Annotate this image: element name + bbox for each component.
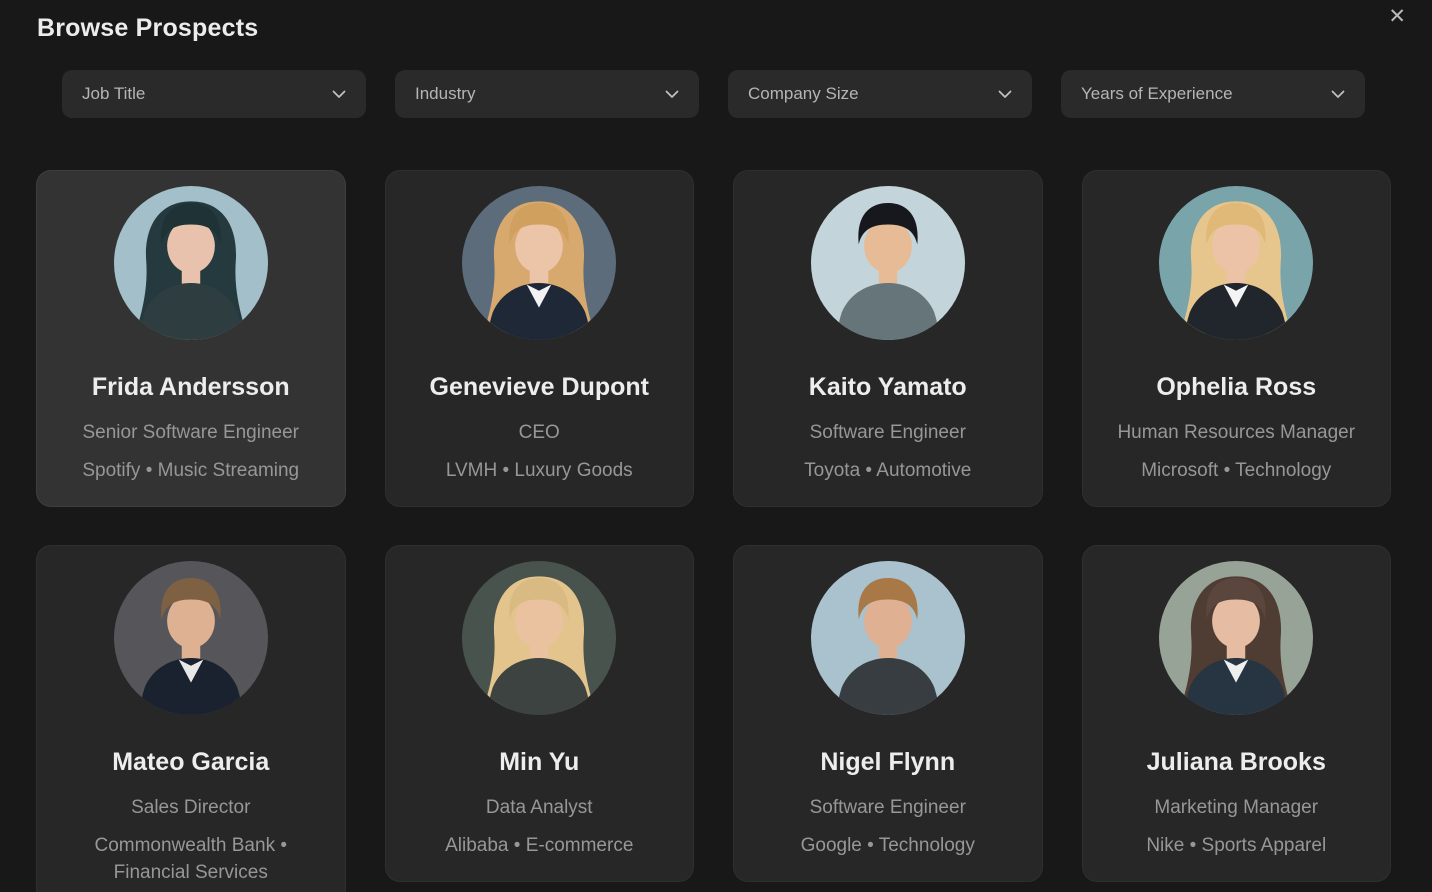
prospect-job-title: CEO [400,419,680,446]
prospect-company: LVMH • Luxury Goods [400,457,680,484]
filter-company-size[interactable]: Company Size [728,70,1032,118]
prospect-job-title: Human Resources Manager [1097,419,1377,446]
avatar [811,561,965,715]
prospect-card[interactable]: Mateo Garcia Sales Director Commonwealth… [36,545,346,892]
filter-label: Years of Experience [1081,84,1233,104]
avatar [462,186,616,340]
prospect-card[interactable]: Ophelia Ross Human Resources Manager Mic… [1082,170,1392,507]
avatar [1159,561,1313,715]
prospect-card[interactable]: Min Yu Data Analyst Alibaba • E-commerce [385,545,695,882]
prospect-company: Alibaba • E-commerce [400,832,680,859]
prospect-job-title: Software Engineer [748,794,1028,821]
avatar [462,561,616,715]
prospect-name: Kaito Yamato [748,372,1028,402]
prospect-name: Juliana Brooks [1097,747,1377,777]
chevron-down-icon [332,90,346,99]
prospect-company: Spotify • Music Streaming [51,457,331,484]
filter-industry[interactable]: Industry [395,70,699,118]
prospect-name: Frida Andersson [51,372,331,402]
filter-label: Job Title [82,84,145,104]
prospect-name: Nigel Flynn [748,747,1028,777]
prospect-job-title: Software Engineer [748,419,1028,446]
avatar [114,561,268,715]
filter-job-title[interactable]: Job Title [62,70,366,118]
prospect-company: Nike • Sports Apparel [1097,832,1377,859]
avatar [1159,186,1313,340]
avatar [114,186,268,340]
avatar [811,186,965,340]
prospect-company: Google • Technology [748,832,1028,859]
prospect-name: Ophelia Ross [1097,372,1377,402]
prospect-name: Genevieve Dupont [400,372,680,402]
prospect-grid: Frida Andersson Senior Software Engineer… [36,170,1391,892]
filter-bar: Job Title Industry Company Size Years of… [62,70,1365,118]
chevron-down-icon [665,90,679,99]
filter-label: Company Size [748,84,859,104]
prospect-card[interactable]: Frida Andersson Senior Software Engineer… [36,170,346,507]
prospect-job-title: Sales Director [51,794,331,821]
prospect-card[interactable]: Genevieve Dupont CEO LVMH • Luxury Goods [385,170,695,507]
prospect-name: Mateo Garcia [51,747,331,777]
prospect-job-title: Data Analyst [400,794,680,821]
prospect-card[interactable]: Juliana Brooks Marketing Manager Nike • … [1082,545,1392,882]
browse-prospects-panel: Browse Prospects ✕ Job Title Industry Co… [0,0,1432,892]
prospect-job-title: Marketing Manager [1097,794,1377,821]
filter-years-of-experience[interactable]: Years of Experience [1061,70,1365,118]
prospect-card[interactable]: Nigel Flynn Software Engineer Google • T… [733,545,1043,882]
prospect-name: Min Yu [400,747,680,777]
page-title: Browse Prospects [37,14,258,43]
chevron-down-icon [998,90,1012,99]
filter-label: Industry [415,84,475,104]
prospect-job-title: Senior Software Engineer [51,419,331,446]
prospect-company: Microsoft • Technology [1097,457,1377,484]
prospect-company: Commonwealth Bank • Financial Services [51,832,331,886]
prospect-card[interactable]: Kaito Yamato Software Engineer Toyota • … [733,170,1043,507]
prospect-company: Toyota • Automotive [748,457,1028,484]
chevron-down-icon [1331,90,1345,99]
close-icon[interactable]: ✕ [1384,2,1410,31]
